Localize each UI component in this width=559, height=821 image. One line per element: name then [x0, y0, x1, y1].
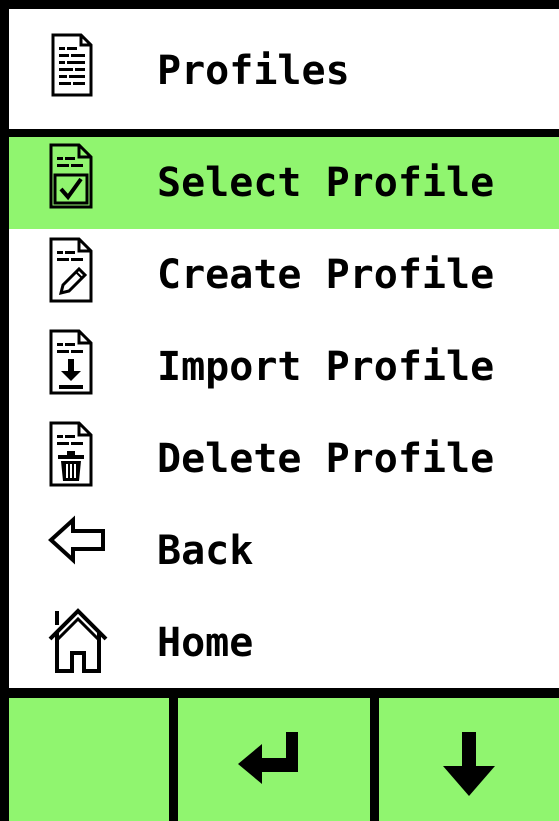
menu-item-label: Create Profile	[157, 252, 495, 298]
menu-item-back[interactable]: Back	[9, 505, 559, 597]
header-divider	[9, 129, 559, 137]
softkey-bar	[0, 688, 559, 821]
enter-button[interactable]	[178, 698, 370, 821]
document-delete-icon	[47, 419, 95, 489]
menu-item-label: Back	[157, 528, 254, 574]
profiles-menu-panel: Profiles Select Profile Create Profile I…	[9, 9, 559, 688]
menu-item-label: Select Profile	[157, 160, 495, 206]
document-check-icon	[47, 141, 95, 211]
document-import-icon	[47, 327, 95, 397]
arrow-left-icon	[47, 515, 107, 565]
menu-item-import-profile[interactable]: Import Profile	[9, 321, 559, 413]
menu-item-label: Home	[157, 620, 254, 666]
enter-icon	[238, 732, 298, 784]
menu-item-label: Import Profile	[157, 344, 495, 390]
document-edit-icon	[47, 235, 95, 305]
menu-item-create-profile[interactable]: Create Profile	[9, 229, 559, 321]
softkey-left-button[interactable]	[9, 698, 169, 821]
page-title: Profiles	[157, 48, 350, 94]
scroll-down-button[interactable]	[379, 698, 559, 821]
menu-item-select-profile[interactable]: Select Profile	[9, 137, 559, 229]
menu-item-delete-profile[interactable]: Delete Profile	[9, 413, 559, 505]
arrow-down-icon	[443, 732, 495, 796]
device-screen: Profiles Select Profile Create Profile I…	[0, 0, 559, 821]
document-list-icon	[47, 31, 95, 101]
menu-item-label: Delete Profile	[157, 436, 495, 482]
menu-header: Profiles	[9, 9, 559, 129]
home-icon	[47, 603, 109, 675]
menu-item-home[interactable]: Home	[9, 597, 559, 689]
